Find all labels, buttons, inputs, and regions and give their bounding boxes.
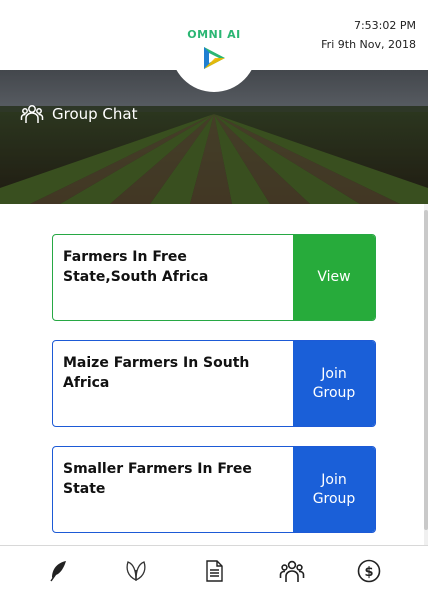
dollar-icon: $ — [357, 559, 381, 582]
join-group-button[interactable]: Join Group — [293, 341, 375, 426]
group-name: Farmers In Free State,South Africa — [63, 249, 209, 285]
bottom-nav: $ — [0, 545, 428, 595]
datetime: 7:53:02 PM Fri 9th Nov, 2018 — [321, 16, 416, 54]
banner-title-text: Group Chat — [52, 105, 138, 123]
play-logo-icon — [204, 47, 225, 69]
document-icon — [206, 559, 223, 582]
group-icon — [279, 560, 304, 582]
group-name: Maize Farmers In South Africa — [63, 355, 250, 391]
nav-item-feather[interactable] — [41, 553, 77, 589]
group-card[interactable]: Farmers In Free State,South Africa View — [52, 234, 376, 321]
join-group-button[interactable]: Join Group — [293, 447, 375, 532]
nav-item-leaf[interactable] — [118, 553, 154, 589]
brand-name: OMNI AI — [187, 28, 241, 41]
group-list: Farmers In Free State,South Africa View … — [52, 234, 376, 552]
feather-icon — [50, 560, 66, 581]
scrollbar-thumb[interactable] — [424, 210, 428, 530]
group-card[interactable]: Smaller Farmers In Free State Join Group — [52, 446, 376, 533]
view-group-button[interactable]: View — [293, 235, 375, 320]
date-text: Fri 9th Nov, 2018 — [321, 38, 416, 51]
leaf-icon — [126, 560, 146, 581]
group-name: Smaller Farmers In Free State — [63, 461, 252, 497]
group-card[interactable]: Maize Farmers In South Africa Join Group — [52, 340, 376, 427]
time-text: 7:53:02 PM — [353, 19, 416, 32]
banner-title: Group Chat — [20, 102, 138, 126]
svg-text:$: $ — [365, 565, 374, 580]
app-screen: 7:53:02 PM Fri 9th Nov, 2018 OMNI AI Gro… — [0, 0, 428, 595]
nav-item-documents[interactable] — [196, 553, 232, 589]
nav-item-group-chat[interactable] — [274, 553, 310, 589]
group-icon — [20, 105, 44, 123]
nav-item-payments[interactable]: $ — [351, 553, 387, 589]
